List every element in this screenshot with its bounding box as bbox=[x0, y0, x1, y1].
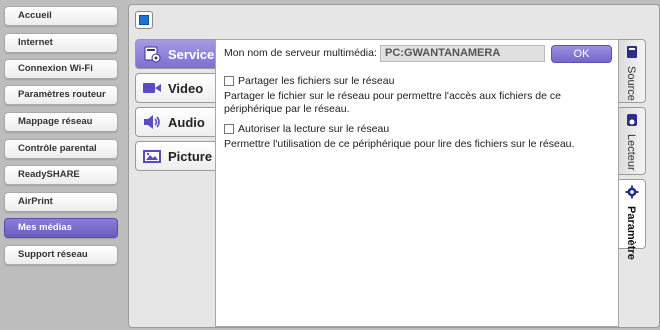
tab-source[interactable]: Source bbox=[619, 39, 646, 103]
share-files-description: Partager le fichier sur le réseau pour p… bbox=[224, 90, 561, 115]
tab-player-label: Lecteur bbox=[625, 134, 637, 171]
share-files-label: Partager les fichiers sur le réseau bbox=[238, 75, 395, 87]
nav-item-readyshare[interactable]: ReadySHARE bbox=[4, 165, 118, 185]
nav-item-router-settings[interactable]: Paramètres routeur bbox=[4, 85, 118, 105]
player-icon bbox=[625, 113, 639, 127]
panel-toolbar bbox=[129, 5, 659, 35]
allow-playback-row: Autoriser la lecture sur le réseau bbox=[224, 123, 389, 135]
server-name-field[interactable]: PC:GWANTANAMERA bbox=[380, 45, 545, 62]
nav-item-wifi[interactable]: Connexion Wi-Fi bbox=[4, 59, 118, 79]
video-camera-icon bbox=[142, 79, 162, 97]
share-files-checkbox[interactable] bbox=[224, 76, 234, 86]
database-icon bbox=[625, 45, 639, 59]
tab-source-label: Source bbox=[625, 66, 637, 101]
tab-parameters-label: Paramètre bbox=[625, 206, 637, 260]
tab-picture[interactable]: Picture bbox=[135, 141, 215, 171]
allow-playback-checkbox[interactable] bbox=[224, 124, 234, 134]
side-tabs: Source Lecteur Paramètre bbox=[619, 39, 647, 327]
tab-parameters[interactable]: Paramètre bbox=[619, 179, 646, 260]
tab-service[interactable]: Service bbox=[135, 39, 215, 69]
tab-service-label: Service bbox=[168, 46, 215, 62]
tab-player[interactable]: Lecteur bbox=[619, 107, 646, 175]
tab-audio-label: Audio bbox=[168, 114, 205, 130]
nav-item-parental-control[interactable]: Contrôle parental bbox=[4, 139, 118, 159]
left-navigation: Accueil Internet Connexion Wi-Fi Paramèt… bbox=[0, 0, 126, 330]
nav-item-internet[interactable]: Internet bbox=[4, 33, 118, 53]
media-panel: Service Video Audio Picture Mon nom de s… bbox=[128, 4, 660, 328]
tab-video[interactable]: Video bbox=[135, 73, 215, 103]
nav-item-accueil[interactable]: Accueil bbox=[4, 6, 118, 26]
nav-item-network-support[interactable]: Support réseau bbox=[4, 245, 118, 265]
tab-video-label: Video bbox=[168, 80, 204, 96]
server-icon bbox=[142, 45, 162, 63]
share-files-row: Partager les fichiers sur le réseau bbox=[224, 75, 394, 87]
gear-icon bbox=[625, 185, 639, 199]
speaker-icon bbox=[142, 113, 162, 131]
tab-audio[interactable]: Audio bbox=[135, 107, 215, 137]
allow-playback-label: Autoriser la lecture sur le réseau bbox=[238, 123, 390, 135]
service-settings: Mon nom de serveur multimédia: PC:GWANTA… bbox=[215, 39, 619, 327]
window-button[interactable] bbox=[135, 11, 153, 29]
picture-icon bbox=[142, 147, 162, 165]
tab-picture-label: Picture bbox=[168, 148, 213, 164]
blue-square-icon bbox=[139, 15, 149, 25]
allow-playback-description: Permettre l'utilisation de ce périphériq… bbox=[224, 138, 575, 150]
nav-item-my-media[interactable]: Mes médias bbox=[4, 218, 118, 238]
ok-button[interactable]: OK bbox=[551, 45, 612, 63]
nav-item-network-map[interactable]: Mappage réseau bbox=[4, 112, 118, 132]
nav-item-airprint[interactable]: AirPrint bbox=[4, 192, 118, 212]
server-name-label: Mon nom de serveur multimédia: bbox=[224, 47, 377, 59]
